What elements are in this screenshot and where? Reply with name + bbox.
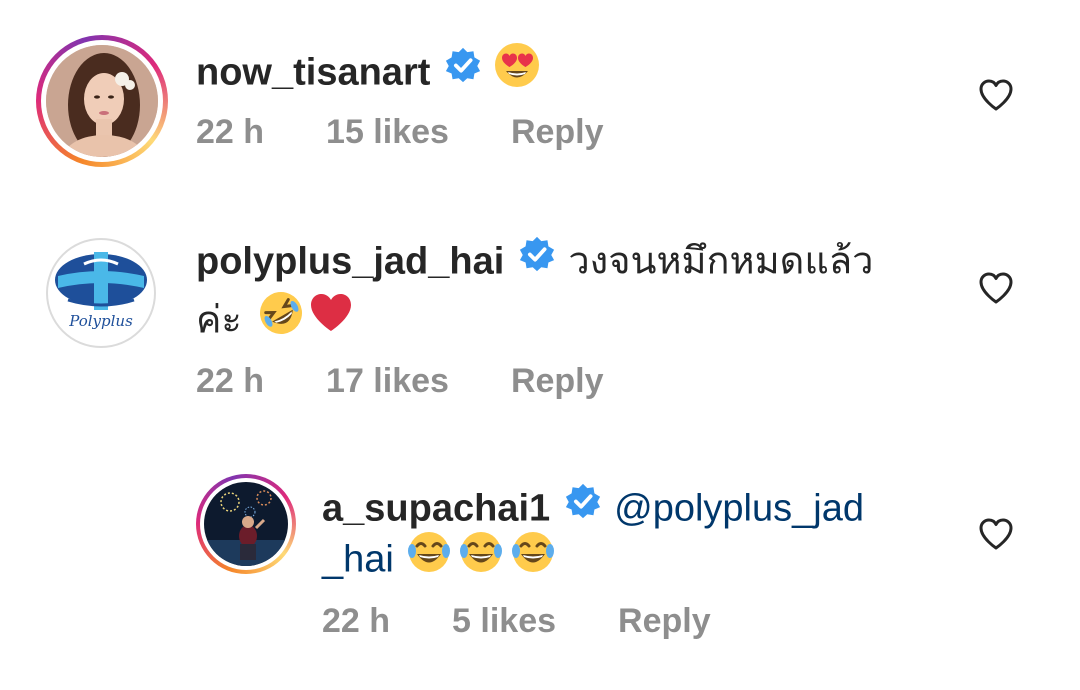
comment-timestamp: 22 h bbox=[322, 602, 391, 640]
tears-of-joy-emoji-icon bbox=[510, 529, 556, 588]
like-heart-icon[interactable] bbox=[978, 517, 1014, 556]
tears-of-joy-emoji-icon bbox=[406, 529, 452, 588]
mention-link[interactable]: @polyplus_jad bbox=[614, 488, 864, 530]
comment-likes-count[interactable]: 5 likes bbox=[452, 602, 556, 641]
reply-button[interactable]: Reply bbox=[618, 602, 711, 641]
comment-username[interactable]: a_supachai1 bbox=[322, 488, 550, 530]
avatar-story-ring[interactable] bbox=[196, 474, 296, 574]
mention-link[interactable]: _hai bbox=[322, 539, 394, 581]
reply-comment-item: a_supachai1 @polyplus_jad _hai 22 h 5 lik… bbox=[0, 0, 1080, 690]
verified-badge-icon bbox=[564, 482, 602, 533]
tears-of-joy-emoji-icon bbox=[458, 529, 504, 588]
avatar bbox=[204, 482, 288, 566]
